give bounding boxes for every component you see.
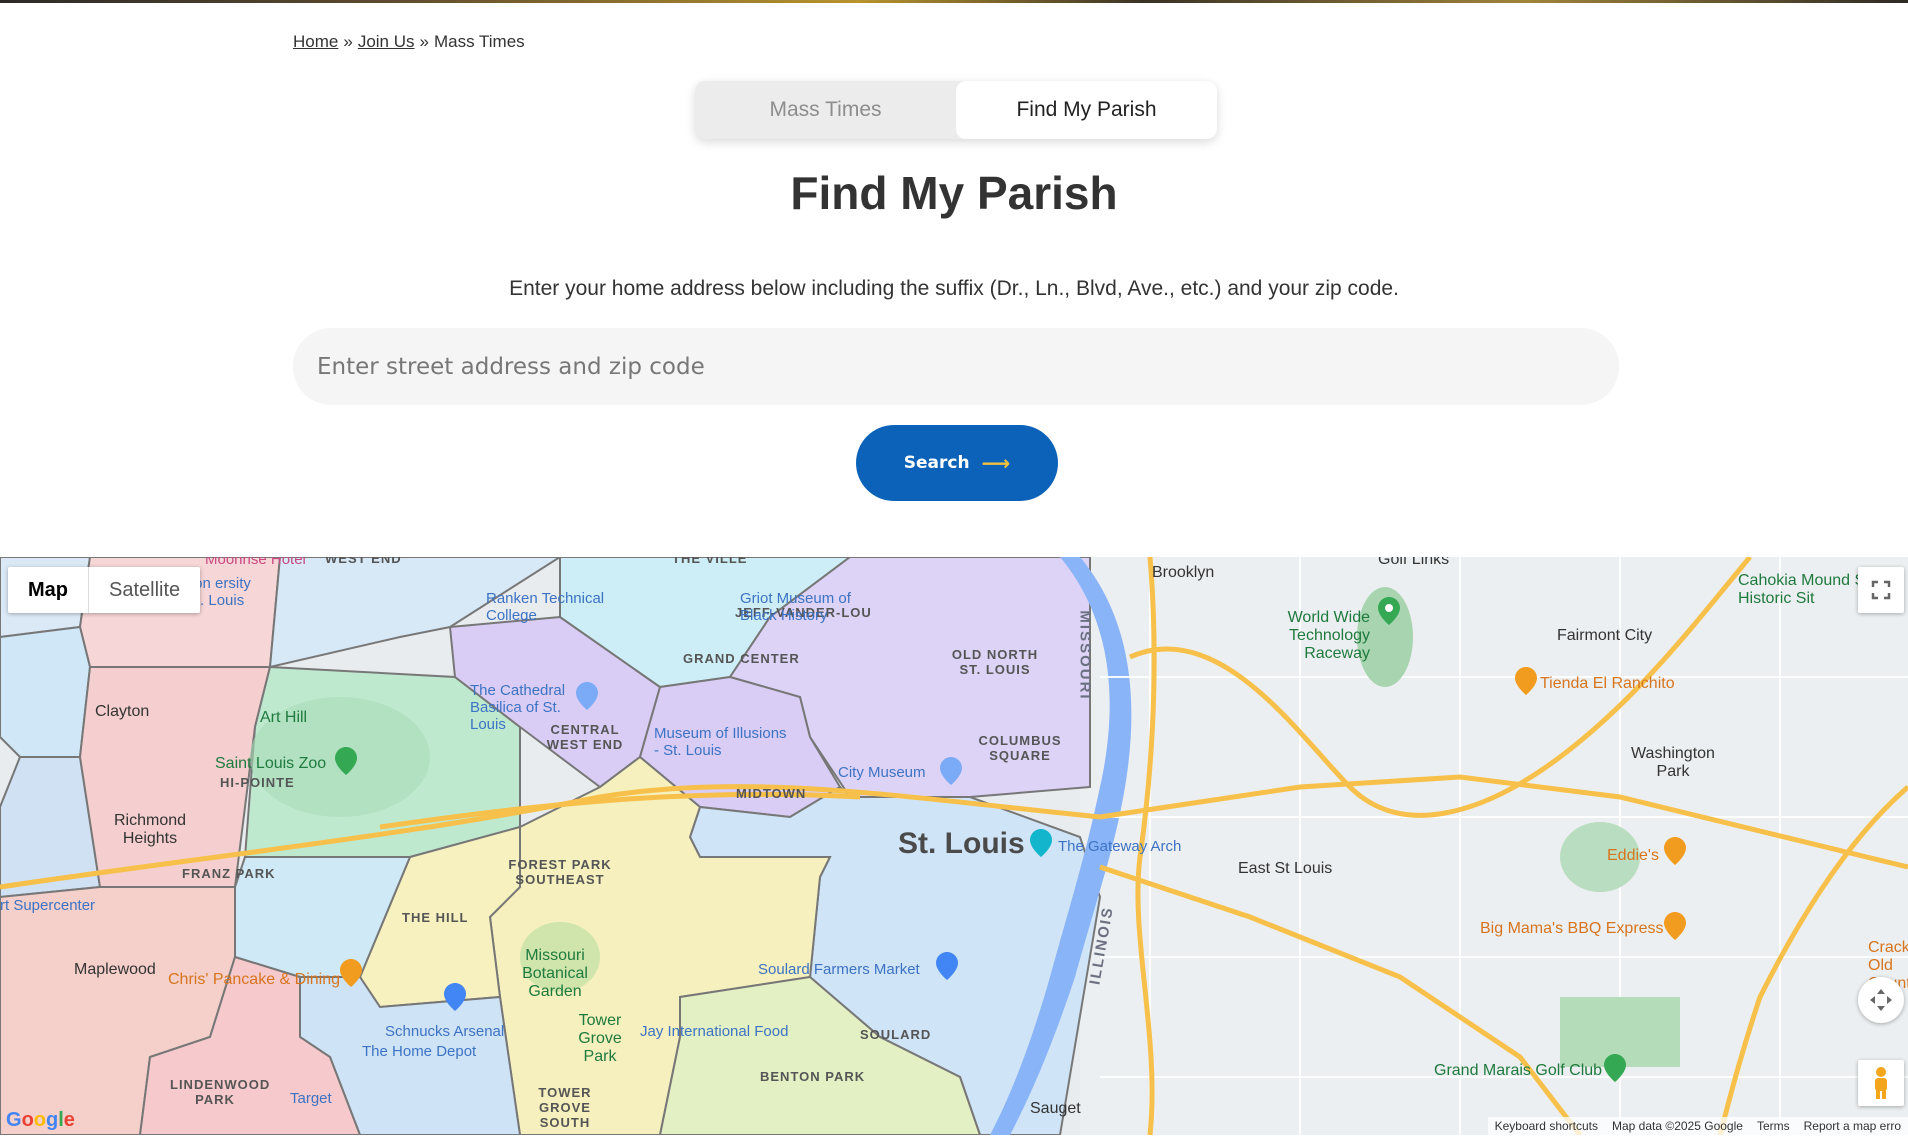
map-label-golf-links: Golf Links bbox=[1378, 557, 1450, 568]
map-label-richmond-heights: Richmond Heights bbox=[113, 812, 187, 847]
top-decorative-stripe bbox=[0, 0, 1908, 3]
map-label-the-ville: THE VILLE bbox=[672, 557, 748, 566]
map-label-ranken[interactable]: Ranken Technical College bbox=[486, 590, 606, 624]
map-label-museum-of-illusions[interactable]: Museum of Illusions - St. Louis bbox=[654, 725, 794, 759]
fullscreen-button[interactable] bbox=[1858, 567, 1904, 613]
street-view-pegman[interactable] bbox=[1858, 1060, 1904, 1106]
breadcrumb-separator: » bbox=[419, 32, 429, 51]
arrow-right-icon: ⟶ bbox=[981, 451, 1011, 475]
map-type-satellite-button[interactable]: Satellite bbox=[89, 567, 200, 613]
map-label-sauget: Sauget bbox=[1030, 1100, 1081, 1117]
map-label-missouri-botanical[interactable]: Missouri Botanical Garden bbox=[520, 947, 590, 1001]
map-pin-icon[interactable] bbox=[1378, 597, 1400, 625]
map-label-midtown: MIDTOWN bbox=[736, 786, 807, 801]
google-logo: Google bbox=[6, 1109, 75, 1131]
map-label-saint-louis-zoo[interactable]: Saint Louis Zoo bbox=[215, 755, 326, 773]
pan-arrows-icon bbox=[1870, 989, 1892, 1011]
museum-pin-icon[interactable] bbox=[940, 757, 962, 785]
instructions-text: Enter your home address below including … bbox=[509, 277, 1399, 300]
map-footer: Keyboard shortcuts Map data ©2025 Google… bbox=[1487, 1117, 1908, 1135]
breadcrumb-current: Mass Times bbox=[433, 32, 525, 51]
tab-find-my-parish[interactable]: Find My Parish bbox=[956, 81, 1217, 139]
restaurant-pin-icon[interactable] bbox=[1664, 912, 1686, 940]
map-label-washington-park: Washington Park bbox=[1631, 745, 1715, 780]
golf-pin-icon[interactable] bbox=[1604, 1054, 1626, 1082]
fullscreen-icon bbox=[1871, 580, 1891, 600]
map-label-clayton: Clayton bbox=[95, 703, 150, 720]
map-data-attribution: Map data ©2025 Google bbox=[1605, 1117, 1750, 1135]
map-label-lindenwood-park: LINDENWOOD PARK bbox=[170, 1077, 271, 1107]
zoo-pin-icon[interactable] bbox=[335, 747, 357, 775]
shopping-pin-icon[interactable] bbox=[444, 983, 466, 1011]
map-label-columbus-square: COLUMBUS SQUARE bbox=[978, 733, 1062, 763]
map-label-east-st-louis: East St Louis bbox=[1238, 860, 1333, 877]
map-type-control: Map Satellite bbox=[8, 567, 201, 613]
map-label-schnucks[interactable]: Schnucks Arsenal bbox=[385, 1023, 504, 1040]
map-label-supercenter[interactable]: rt Supercenter bbox=[0, 897, 95, 914]
map-label-art-hill[interactable]: Art Hill bbox=[260, 709, 307, 727]
report-error-link[interactable]: Report a map erro bbox=[1796, 1117, 1908, 1135]
map-label-fairmont-city: Fairmont City bbox=[1557, 627, 1653, 644]
map-label-eddies[interactable]: Eddie's bbox=[1607, 847, 1659, 865]
map-label-target[interactable]: Target bbox=[290, 1090, 332, 1107]
map-label-the-hill: THE HILL bbox=[402, 910, 469, 925]
map-label-jay-international[interactable]: Jay International Food bbox=[640, 1023, 788, 1040]
map-label-west-end: WEST END bbox=[325, 557, 402, 566]
map-label-forest-park-southeast: FOREST PARK SOUTHEAST bbox=[508, 857, 612, 887]
map-label-benton-park: BENTON PARK bbox=[760, 1069, 866, 1084]
search-button-label: Search bbox=[903, 453, 970, 473]
pegman-icon bbox=[1875, 1067, 1887, 1099]
map-label-maplewood: Maplewood bbox=[74, 961, 156, 978]
restaurant-pin-icon[interactable] bbox=[1515, 667, 1537, 695]
restaurant-pin-icon[interactable] bbox=[1664, 837, 1686, 865]
map-label-grand-center: GRAND CENTER bbox=[683, 651, 800, 666]
tab-switcher: Mass Times Find My Parish bbox=[695, 81, 1217, 139]
breadcrumb-join-us-link[interactable]: Join Us bbox=[358, 32, 415, 51]
map-label-home-depot[interactable]: The Home Depot bbox=[362, 1043, 476, 1060]
tab-mass-times[interactable]: Mass Times bbox=[695, 81, 956, 139]
breadcrumb: Home» Join Us» Mass Times bbox=[293, 32, 525, 52]
map-label-city-museum[interactable]: City Museum bbox=[838, 764, 926, 781]
map-label-chris-pancake[interactable]: Chris' Pancake & Dining bbox=[168, 971, 340, 989]
shopping-pin-icon[interactable] bbox=[936, 952, 958, 980]
map-label-st-louis: St. Louis bbox=[898, 827, 1025, 860]
map-label-world-wide-tech[interactable]: World Wide Technology Raceway bbox=[1220, 609, 1370, 663]
map-label-moonrise[interactable]: Moonrise Hotel bbox=[205, 557, 306, 568]
map-label-grand-marais[interactable]: Grand Marais Golf Club bbox=[1434, 1062, 1602, 1080]
map-camera-control[interactable] bbox=[1858, 977, 1904, 1023]
church-pin-icon[interactable] bbox=[576, 682, 598, 710]
breadcrumb-separator: » bbox=[343, 32, 353, 51]
terms-link[interactable]: Terms bbox=[1749, 1117, 1797, 1135]
landmark-pin-icon[interactable] bbox=[1030, 829, 1052, 857]
map-label-tower-grove-park[interactable]: Tower Grove Park bbox=[560, 1012, 640, 1066]
address-search-input[interactable] bbox=[293, 328, 1619, 405]
map-label-river-missouri: MISSOURI bbox=[1076, 610, 1094, 701]
map-label-tienda[interactable]: Tienda El Ranchito bbox=[1540, 675, 1675, 693]
restaurant-pin-icon[interactable] bbox=[340, 959, 362, 987]
map-label-hi-pointe: HI-POINTE bbox=[220, 775, 295, 790]
search-button[interactable]: Search ⟶ bbox=[856, 425, 1058, 501]
breadcrumb-home-link[interactable]: Home bbox=[293, 32, 338, 51]
keyboard-shortcuts-link[interactable]: Keyboard shortcuts bbox=[1487, 1117, 1605, 1135]
map-label-gateway-arch[interactable]: The Gateway Arch bbox=[1058, 838, 1181, 855]
page-title: Find My Parish bbox=[790, 167, 1118, 219]
map-label-soulard-market[interactable]: Soulard Farmers Market bbox=[758, 961, 920, 978]
map-label-tower-grove-south: TOWER GROVE SOUTH bbox=[538, 1085, 592, 1130]
map-label-franz-park: FRANZ PARK bbox=[182, 866, 276, 881]
map-label-big-mamas[interactable]: Big Mama's BBQ Express bbox=[1480, 920, 1664, 938]
map-label-soulard: SOULARD bbox=[860, 1027, 932, 1042]
map-label-old-north: OLD NORTH ST. LOUIS bbox=[951, 647, 1039, 677]
map-type-map-button[interactable]: Map bbox=[8, 567, 89, 613]
map-label-griot-museum[interactable]: Griot Museum of Black History bbox=[740, 590, 880, 624]
map-label-brooklyn: Brooklyn bbox=[1152, 564, 1215, 581]
parish-map[interactable]: Brooklyn Fairmont City Washington Park E… bbox=[0, 557, 1908, 1135]
